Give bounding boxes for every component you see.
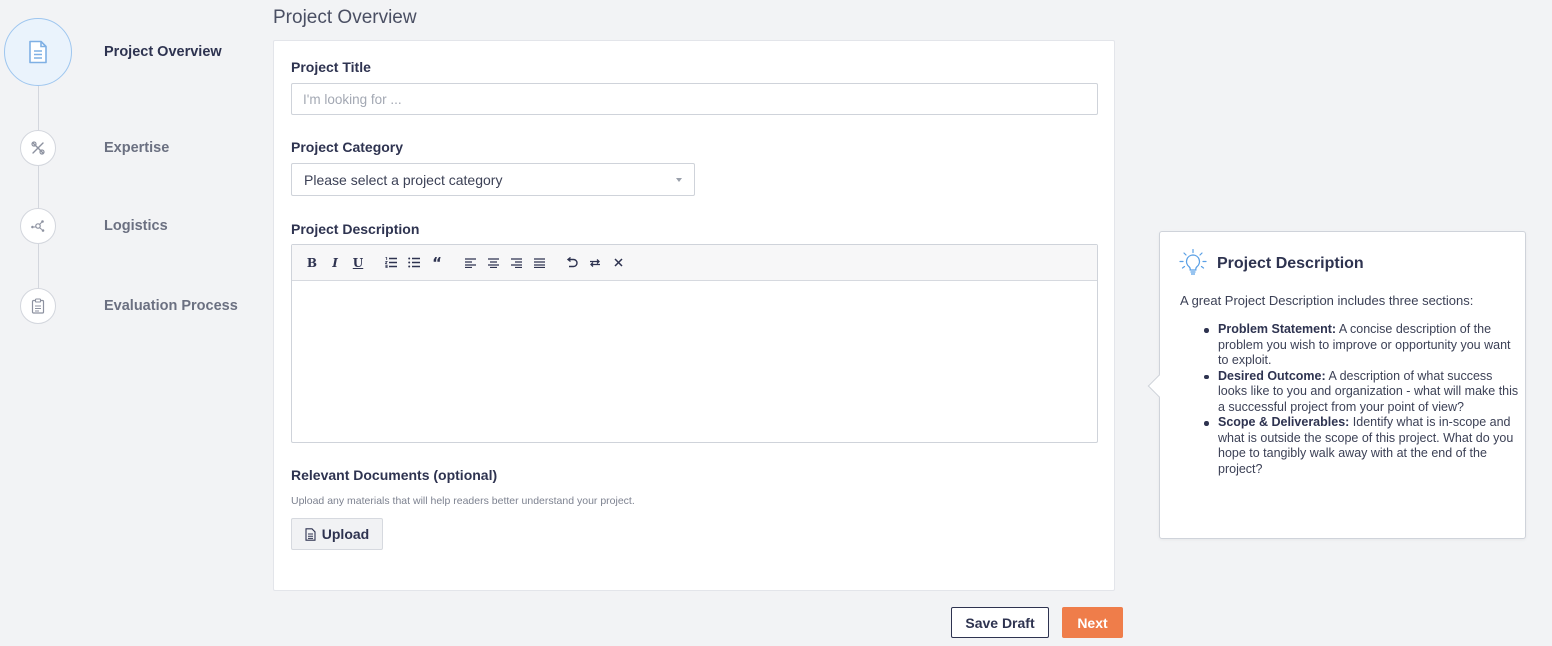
page-title: Project Overview <box>273 7 417 28</box>
tools-icon <box>31 141 45 155</box>
tip-title: Project Description <box>1217 255 1364 272</box>
project-description-label: Project Description <box>291 221 420 237</box>
step-label-logistics[interactable]: Logistics <box>104 218 168 234</box>
undo-icon[interactable] <box>564 254 580 272</box>
file-icon <box>305 527 316 541</box>
save-draft-button[interactable]: Save Draft <box>951 607 1049 638</box>
project-description-tip: Project Description A great Project Desc… <box>1147 231 1526 539</box>
relevant-documents-label: Relevant Documents (optional) <box>291 467 498 483</box>
chevron-down-icon <box>676 178 682 182</box>
list-item: Desired Outcome: A description of what s… <box>1199 369 1519 416</box>
clipboard-icon <box>31 298 45 314</box>
tip-term: Problem Statement: <box>1218 322 1337 336</box>
bold-icon[interactable]: B <box>304 254 320 272</box>
tip-list: Problem Statement: A concise description… <box>1199 322 1519 477</box>
upload-label: Upload <box>321 526 370 542</box>
tip-arrow <box>1147 374 1171 398</box>
relevant-documents-help: Upload any materials that will help read… <box>291 495 635 507</box>
network-icon <box>31 220 45 232</box>
editor-toolbar: B I U “ <box>292 245 1097 281</box>
align-left-icon[interactable] <box>462 254 478 272</box>
step-label-expertise[interactable]: Expertise <box>104 140 169 156</box>
align-justify-icon[interactable] <box>531 254 547 272</box>
progress-stepper: Project Overview Expertise Logistics Eva… <box>0 0 260 646</box>
list-item: Scope & Deliverables: Identify what is i… <box>1199 415 1519 477</box>
step-logistics[interactable] <box>20 208 56 244</box>
ordered-list-icon[interactable] <box>383 254 399 272</box>
step-label-evaluation-process[interactable]: Evaluation Process <box>104 298 238 314</box>
project-form-card: Project Title Project Category Please se… <box>273 40 1115 591</box>
redo-icon[interactable] <box>587 254 603 272</box>
project-category-select[interactable]: Please select a project category <box>291 163 695 196</box>
project-category-label: Project Category <box>291 139 404 155</box>
project-title-input[interactable] <box>291 83 1098 115</box>
tip-intro: A great Project Description includes thr… <box>1180 293 1474 308</box>
tip-term: Desired Outcome: <box>1218 368 1326 383</box>
italic-icon[interactable]: I <box>327 254 343 272</box>
step-project-overview[interactable] <box>4 18 72 86</box>
lightbulb-icon <box>1179 249 1207 275</box>
project-description-editor[interactable]: B I U “ <box>291 244 1098 443</box>
project-title-label: Project Title <box>291 59 371 75</box>
blockquote-icon[interactable]: “ <box>429 254 445 272</box>
step-label-project-overview[interactable]: Project Overview <box>104 44 222 60</box>
upload-button[interactable]: Upload <box>291 518 383 550</box>
document-icon <box>29 40 47 64</box>
step-connector <box>38 86 39 130</box>
step-expertise[interactable] <box>20 130 56 166</box>
underline-icon[interactable]: U <box>350 254 366 272</box>
list-item: Problem Statement: A concise description… <box>1199 322 1519 369</box>
align-center-icon[interactable] <box>485 254 501 272</box>
align-right-icon[interactable] <box>508 254 524 272</box>
step-connector <box>38 244 39 288</box>
project-description-textarea[interactable] <box>292 281 1097 442</box>
project-category-value: Please select a project category <box>304 171 503 188</box>
clear-format-icon[interactable] <box>610 254 626 272</box>
next-button[interactable]: Next <box>1062 607 1123 638</box>
bullet-list-icon[interactable] <box>406 254 422 272</box>
tip-term: Scope & Deliverables: <box>1218 415 1350 429</box>
step-connector <box>38 166 39 208</box>
step-evaluation-process[interactable] <box>20 288 56 324</box>
